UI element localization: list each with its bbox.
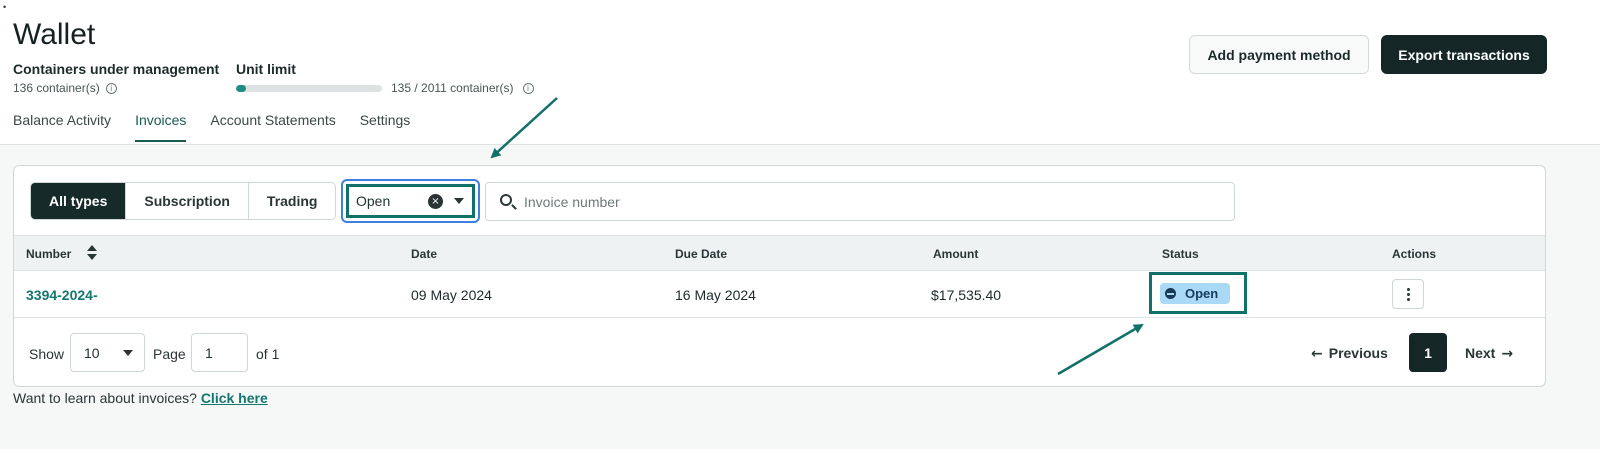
invoice-number-input[interactable] [524, 193, 1124, 210]
column-status: Status [1162, 247, 1199, 261]
status-filter-select[interactable]: Open × [346, 184, 475, 218]
table-header: Number Date Due Date Amount Status Actio… [14, 235, 1545, 271]
invoice-search [485, 182, 1235, 221]
page-title: Wallet [13, 18, 96, 51]
minus-circle-icon [1165, 288, 1176, 299]
filter-subscription[interactable]: Subscription [126, 183, 249, 219]
arrow-left-icon: ← [1311, 346, 1323, 362]
arrow-right-icon: → [1501, 346, 1514, 362]
invoice-number-link[interactable]: 3394-2024- [26, 287, 98, 303]
tab-invoices[interactable]: Invoices [135, 112, 187, 142]
page-size-select[interactable]: 10 [70, 333, 145, 372]
help-text: Want to learn about invoices? Click here [13, 390, 268, 406]
page-count-label: of 1 [256, 346, 280, 362]
row-actions-button[interactable] [1392, 279, 1424, 309]
page-number-value: 1 [205, 344, 213, 361]
sort-icon[interactable] [87, 245, 97, 261]
page-label: Page [153, 346, 186, 362]
unit-limit-progress-bar [236, 84, 382, 92]
next-page-button[interactable]: Next → [1465, 345, 1513, 362]
invoice-amount: $17,535.40 [931, 287, 1002, 303]
invoice-due-date: 16 May 2024 [675, 287, 756, 303]
invoice-date: 09 May 2024 [411, 287, 492, 303]
chevron-down-icon[interactable] [454, 198, 464, 204]
column-actions: Actions [1392, 247, 1437, 261]
chevron-down-icon [123, 350, 133, 356]
page-header: • Wallet Containers under management 136… [0, 0, 1600, 145]
containers-value: 136 container(s) [13, 81, 100, 95]
tab-balance-activity[interactable]: Balance Activity [13, 112, 111, 142]
show-label: Show [29, 346, 65, 362]
unit-limit-label: Unit limit [236, 61, 296, 77]
tab-settings[interactable]: Settings [360, 112, 411, 142]
filter-trading[interactable]: Trading [248, 183, 336, 219]
unit-limit-progress-fill [236, 84, 246, 92]
column-amount: Amount [933, 247, 979, 261]
pagination: Show 10 Page 1 of 1 ← Previous 1 Next → [14, 318, 1545, 386]
filter-all-types[interactable]: All types [31, 183, 127, 219]
table-row: 3394-2024- 09 May 2024 16 May 2024 $17,5… [14, 271, 1545, 318]
wallet-tabs: Balance Activity Invoices Account Statem… [13, 112, 434, 142]
tab-account-statements[interactable]: Account Statements [210, 112, 335, 142]
previous-page-button[interactable]: ← Previous [1311, 345, 1388, 362]
next-label: Next [1465, 345, 1496, 361]
status-filter-value: Open [356, 193, 391, 209]
status-highlight: Open [1149, 272, 1247, 314]
column-due-date: Due Date [675, 247, 728, 261]
invoices-panel: All types Subscription Trading Open × Nu… [0, 145, 1600, 449]
column-number[interactable]: Number [26, 247, 71, 261]
export-transactions-button[interactable]: Export transactions [1381, 35, 1547, 74]
info-icon[interactable]: i [522, 82, 534, 94]
add-payment-method-button[interactable]: Add payment method [1189, 35, 1369, 74]
column-date: Date [411, 247, 438, 261]
kebab-dot [1406, 287, 1410, 291]
unit-limit-value: 135 / 2011 container(s) [391, 81, 514, 95]
page-number-input[interactable]: 1 [191, 333, 248, 372]
status-badge-label: Open [1185, 286, 1219, 301]
invoice-type-filter: All types Subscription Trading [30, 182, 337, 220]
previous-label: Previous [1328, 345, 1388, 361]
search-icon [500, 194, 512, 206]
containers-metric: Containers under management 136 containe… [13, 61, 219, 95]
kebab-dot [1406, 292, 1410, 296]
clear-icon[interactable]: × [428, 194, 443, 209]
unit-limit-metric: Unit limit 135 / 2011 container(s) i [236, 61, 534, 95]
dot-glyph: • [3, 2, 7, 12]
containers-label: Containers under management [13, 61, 220, 77]
page-size-value: 10 [84, 344, 100, 361]
kebab-dot [1406, 297, 1410, 301]
click-here-link[interactable]: Click here [201, 390, 268, 406]
info-icon[interactable]: i [105, 82, 117, 94]
current-page-button[interactable]: 1 [1409, 333, 1447, 372]
invoices-card: All types Subscription Trading Open × Nu… [13, 165, 1546, 387]
status-badge: Open [1160, 283, 1230, 304]
help-question: Want to learn about invoices? [13, 390, 197, 406]
